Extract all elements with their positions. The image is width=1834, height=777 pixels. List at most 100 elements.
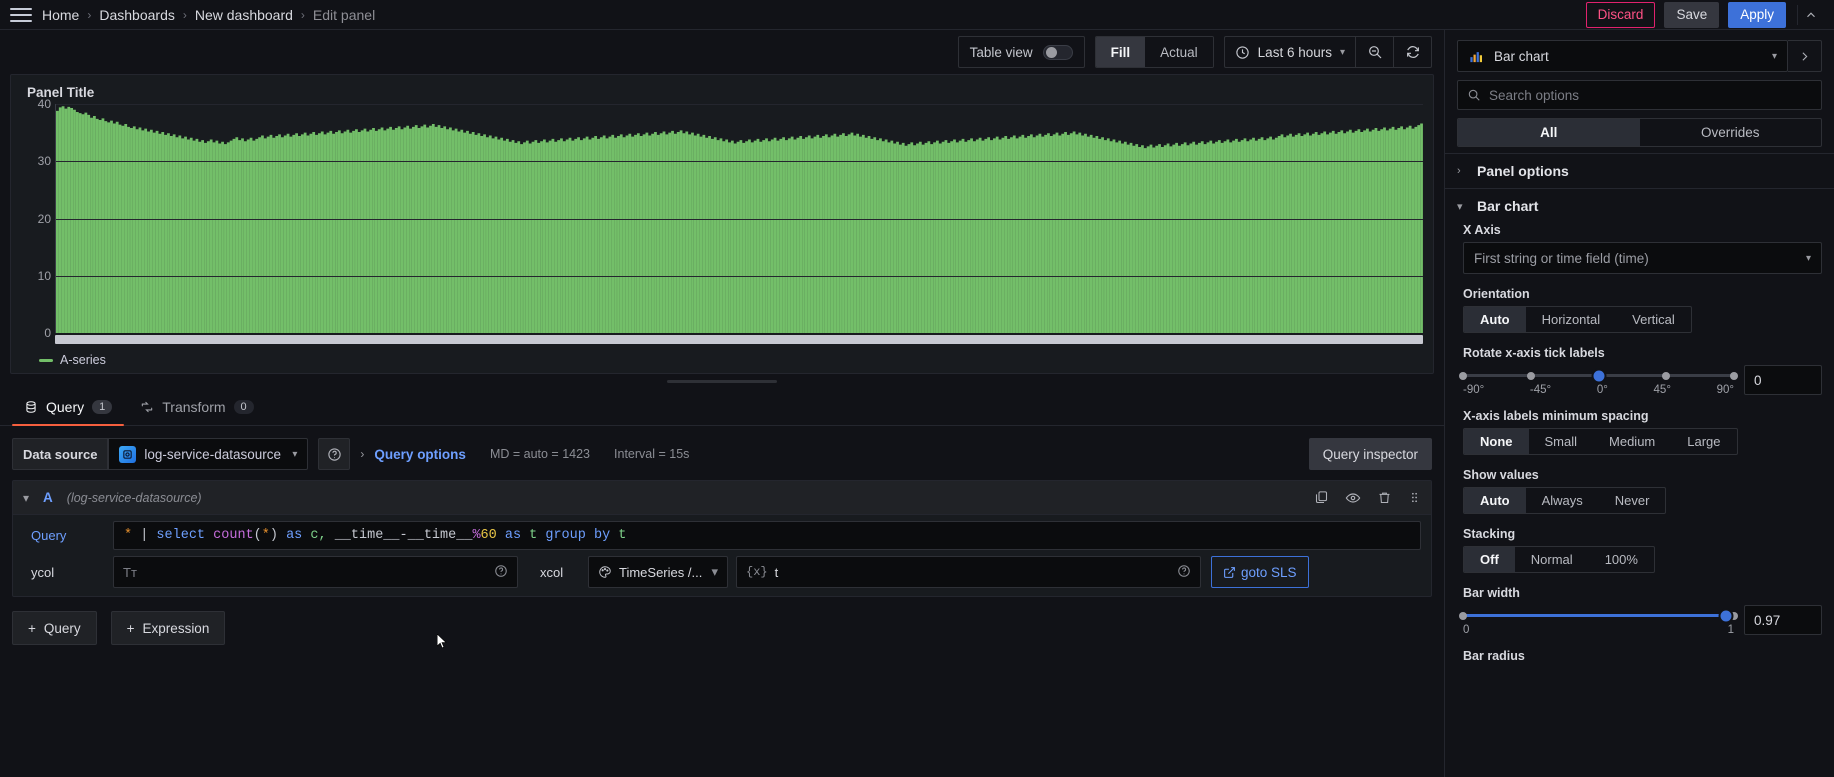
legend-item-label[interactable]: A-series (60, 353, 106, 367)
ycol-input[interactable]: Tᴛ (113, 556, 518, 588)
breadcrumb: Home › Dashboards › New dashboard › Edit… (42, 7, 375, 23)
breadcrumb-item-new-dashboard[interactable]: New dashboard (195, 7, 293, 23)
menu-icon[interactable] (10, 6, 32, 24)
interval-info: Interval = 15s (614, 447, 690, 461)
rotate-mark-2: 0° (1596, 384, 1608, 396)
sql-token: count (213, 528, 254, 543)
y-axis-tick: 10 (37, 268, 51, 283)
zoom-out-button[interactable] (1355, 37, 1393, 67)
add-expression-button[interactable]: + Expression (110, 611, 226, 645)
visualization-picker[interactable]: Bar chart ▾ (1457, 40, 1788, 72)
ycol-help-icon[interactable] (494, 564, 508, 581)
chevron-down-icon: ▾ (1339, 46, 1345, 58)
duplicate-icon[interactable] (1314, 490, 1329, 505)
apply-button[interactable]: Apply (1728, 1, 1786, 28)
section-panel-options-header[interactable]: › Panel options (1445, 154, 1834, 188)
chevron-up-icon[interactable] (1797, 4, 1822, 25)
search-options-input[interactable] (1489, 87, 1812, 103)
tab-all[interactable]: All (1458, 119, 1640, 146)
orientation-option-auto[interactable]: Auto (1464, 307, 1526, 332)
orientation-label: Orientation (1463, 287, 1530, 301)
bar-width-min-label: 0 (1463, 624, 1470, 636)
tab-transform-label: Transform (162, 398, 226, 415)
rotate-mark-1: -45° (1529, 384, 1552, 396)
breadcrumb-item-dashboards[interactable]: Dashboards (99, 7, 175, 23)
search-options-field[interactable] (1457, 80, 1822, 110)
x-axis-select[interactable]: First string or time field (time) ▾ (1463, 242, 1822, 274)
spacing-option-medium[interactable]: Medium (1593, 429, 1671, 454)
panel-resize-handle[interactable] (0, 374, 1444, 388)
bar-width-slider-handle[interactable] (1718, 608, 1734, 623)
toggle-options-pane-button[interactable] (1788, 40, 1822, 72)
show-values-option-never[interactable]: Never (1599, 488, 1666, 513)
fill-option[interactable]: Fill (1095, 37, 1146, 67)
query-sql-input[interactable]: * | select count(*) as c, __time__-__tim… (113, 521, 1421, 550)
eye-icon[interactable] (1345, 490, 1361, 506)
tab-transform-badge: 0 (233, 399, 254, 414)
bar-width-slider[interactable]: 0 1 (1459, 605, 1738, 636)
section-bar-chart-header[interactable]: ▾ Bar chart (1445, 189, 1834, 223)
visualization-picker-row: Bar chart ▾ (1445, 30, 1834, 80)
add-query-button[interactable]: + Query (12, 611, 97, 645)
stacking-option-100[interactable]: 100% (1589, 547, 1654, 572)
sql-token: 60 (480, 528, 497, 543)
breadcrumb-item-home[interactable]: Home (42, 7, 79, 23)
stacking-option-off[interactable]: Off (1464, 547, 1515, 572)
xcol-input[interactable]: {x} t (736, 556, 1201, 588)
drag-handle-icon[interactable] (1408, 490, 1421, 505)
format-select[interactable]: TimeSeries /... ▾ (588, 556, 728, 588)
rotate-value-input[interactable]: 0 (1744, 365, 1822, 395)
spacing-option-large[interactable]: Large (1671, 429, 1736, 454)
sql-token: as (496, 528, 530, 543)
query-ref-id[interactable]: A (43, 490, 53, 505)
discard-button[interactable]: Discard (1585, 1, 1656, 28)
tab-overrides[interactable]: Overrides (1640, 119, 1822, 146)
show-values-label: Show values (1463, 468, 1539, 482)
plot-region[interactable] (55, 104, 1423, 333)
refresh-button[interactable] (1393, 37, 1431, 67)
y-axis-tick: 40 (37, 97, 51, 111)
query-options-label: Query options (374, 446, 466, 462)
tab-query[interactable]: Query 1 (12, 388, 125, 426)
orientation-option-horizontal[interactable]: Horizontal (1526, 307, 1617, 332)
datasource-label: Data source (12, 438, 109, 470)
sql-token: t (529, 528, 546, 543)
trash-icon[interactable] (1377, 490, 1392, 505)
time-range-picker[interactable]: Last 6 hours ▾ (1225, 37, 1355, 67)
goto-sls-button[interactable]: goto SLS (1211, 556, 1309, 588)
table-view-switch[interactable] (1042, 44, 1073, 60)
y-axis: 0 10 20 30 40 (21, 97, 55, 340)
tab-transform[interactable]: Transform 0 (128, 388, 265, 425)
show-values-option-always[interactable]: Always (1526, 488, 1599, 513)
datasource-picker[interactable]: log-service-datasource ▾ (108, 438, 309, 470)
rotate-slider-handle[interactable] (1591, 368, 1606, 383)
xcol-help-icon[interactable] (1177, 564, 1191, 581)
spacing-option-none[interactable]: None (1464, 429, 1529, 454)
options-scroll-area[interactable]: › Panel options ▾ Bar chart X Axis First… (1445, 153, 1834, 777)
header-actions: Discard Save Apply (1585, 1, 1826, 28)
add-query-label: Query (43, 620, 81, 636)
datasource-help-button[interactable] (318, 438, 351, 470)
actual-option[interactable]: Actual (1145, 37, 1213, 67)
query-options-expander[interactable]: › Query options (360, 447, 466, 462)
chevron-down-icon[interactable]: ▾ (23, 491, 29, 505)
rotate-slider[interactable]: -90° -45° 0° 45° 90° (1459, 365, 1738, 396)
show-values-option-auto[interactable]: Auto (1464, 488, 1526, 513)
panel-and-query-column: Table view Fill Actual Last 6 hours ▾ Pa… (0, 30, 1444, 777)
database-icon (26, 400, 36, 413)
top-navigation-bar: Home › Dashboards › New dashboard › Edit… (0, 0, 1834, 30)
options-pane: Bar chart ▾ All Overrides (1444, 30, 1834, 777)
stacking-option-normal[interactable]: Normal (1515, 547, 1589, 572)
save-button[interactable]: Save (1664, 1, 1720, 28)
orientation-option-vertical[interactable]: Vertical (1616, 307, 1691, 332)
bar-width-value-input[interactable]: 0.97 (1744, 605, 1822, 635)
query-inspector-button[interactable]: Query inspector (1308, 438, 1432, 470)
y-axis-tick: 30 (37, 154, 51, 169)
grid-line (56, 161, 1423, 163)
rotate-slider-marks: -90° -45° 0° 45° 90° (1463, 384, 1734, 396)
time-range-controls: Last 6 hours ▾ (1223, 36, 1432, 68)
table-view-toggle[interactable]: Table view (957, 36, 1085, 68)
field-show-values: Show values Auto Always Never (1463, 468, 1822, 514)
add-buttons-row: + Query + Expression (0, 597, 1444, 659)
spacing-option-small[interactable]: Small (1529, 429, 1594, 454)
